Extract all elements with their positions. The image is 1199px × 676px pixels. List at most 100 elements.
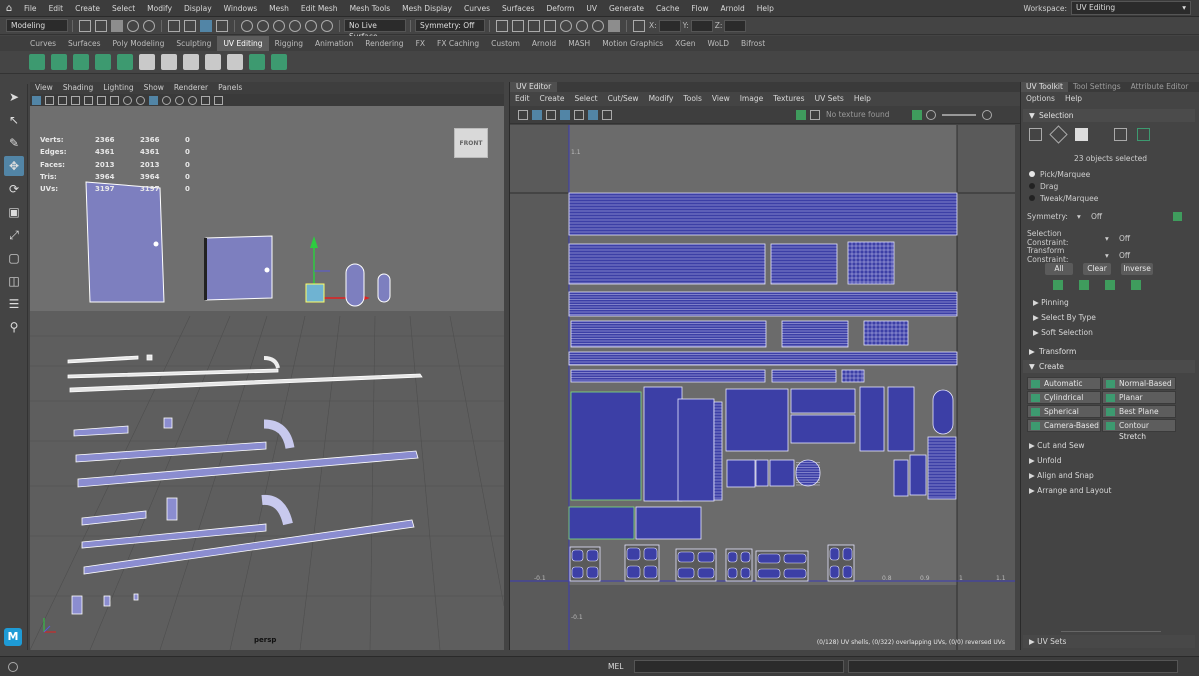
shelf-tab-surfaces[interactable]: Surfaces [62,36,106,51]
shelf-tab-fx[interactable]: FX [410,36,431,51]
menu-file[interactable]: File [18,0,43,17]
resolution-gate-icon[interactable] [110,95,119,105]
viewport-menu-view[interactable]: View [30,82,58,94]
tab-tool-settings[interactable]: Tool Settings [1068,82,1126,92]
shelf-tab-uv-editing[interactable]: UV Editing [217,36,269,51]
viewport-canvas[interactable]: Verts: 2366 2366 0 Edges: 4361 4361 0 Faces: 20… [30,106,504,650]
uv-shell[interactable] [568,291,958,317]
render-view-icon[interactable] [592,19,604,32]
rotate-tool-icon[interactable]: ⟳ [4,179,24,199]
menu-mesh-tools[interactable]: Mesh Tools [344,0,397,17]
shelf-tab-rendering[interactable]: Rendering [359,36,409,51]
menu-deform[interactable]: Deform [540,0,580,17]
uv-menu-image[interactable]: Image [735,92,769,105]
smooth-shade-icon[interactable] [136,95,145,105]
symmetry-value[interactable]: Off [1091,212,1171,221]
image-plane-icon[interactable] [71,95,80,105]
spherical-button[interactable]: Spherical [1027,405,1101,418]
menu-create[interactable]: Create [69,0,106,17]
drag-radio[interactable]: Drag [1029,182,1058,191]
uv-shell[interactable] [568,506,635,540]
uv-shell[interactable] [790,388,856,414]
shelf-tab-poly-modeling[interactable]: Poly Modeling [107,36,171,51]
shadows-icon[interactable] [188,95,197,105]
shelf-tab-bifrost[interactable]: Bifrost [735,36,771,51]
menu-edit[interactable]: Edit [43,0,70,17]
uv-shell[interactable] [643,386,683,502]
shelf-tab-xgen[interactable]: XGen [669,36,701,51]
best-plane-button[interactable]: Best Plane [1102,405,1176,418]
sew-uv-icon[interactable] [161,54,177,70]
wireframe-icon[interactable] [123,95,132,105]
cylindrical-button[interactable]: Cylindrical [1027,391,1101,404]
last-tool-icon[interactable]: ⤢ [4,225,24,245]
uv-shell[interactable] [909,454,927,496]
toolkit-menu-help[interactable]: Help [1060,92,1087,105]
soft-selection-section[interactable]: ▶ Soft Selection [1023,326,1195,339]
live-surface-field[interactable]: No Live Surface [344,19,406,41]
tab-uv-toolkit[interactable]: UV Toolkit [1021,82,1068,92]
edge-mode-icon[interactable] [1049,125,1068,144]
face-mode-icon[interactable] [1114,128,1127,141]
tab-attribute-editor[interactable]: Attribute Editor [1126,82,1194,92]
viewport-menu-renderer[interactable]: Renderer [169,82,213,94]
shrink-selection-icon[interactable] [1079,280,1089,290]
uv-shell[interactable] [859,386,885,452]
selection-section-header[interactable]: ▼ Selection [1023,109,1195,122]
move-sew-icon[interactable] [183,54,199,70]
shelf-tab-fx-caching[interactable]: FX Caching [431,36,485,51]
render-frame-icon[interactable] [512,19,524,32]
select-all-button[interactable]: All [1045,263,1073,275]
delete-uv-icon[interactable] [227,54,243,70]
transform-section-header[interactable]: ▶ Transform [1023,345,1195,358]
scale-tool-icon[interactable]: ▣ [4,202,24,222]
tweak-marquee-radio[interactable]: Tweak/Marquee [1029,194,1098,203]
snap-vertex-icon[interactable] [321,19,333,32]
x-field[interactable] [658,19,681,32]
ipr-render-icon[interactable] [528,19,540,32]
exposure-icon[interactable] [911,109,922,120]
uv-shell[interactable] [769,459,795,487]
arnold-render-icon[interactable] [576,19,588,32]
unfold-section[interactable]: ▶ Unfold [1023,454,1195,467]
uv-shell[interactable] [893,459,909,497]
z-field[interactable] [724,19,747,32]
vertex-mode-icon[interactable] [1029,128,1042,141]
viewport-menu-shading[interactable]: Shading [58,82,98,94]
help-icon[interactable] [8,661,18,672]
lasso-tool-icon[interactable]: ↖ [4,110,24,130]
shelf-tab-sculpting[interactable]: Sculpting [170,36,217,51]
component-mode-icon[interactable] [216,19,228,32]
menu-curves[interactable]: Curves [458,0,496,17]
perspective-viewport[interactable]: View Shading Lighting Show Renderer Pane… [30,82,504,650]
menu-modify[interactable]: Modify [141,0,178,17]
mode-dropdown[interactable]: Modeling [6,19,68,32]
menu-arnold[interactable]: Arnold [714,0,750,17]
snap-surface-icon[interactable] [305,19,317,32]
bookmark-icon[interactable] [58,95,67,105]
outliner-icon[interactable]: ☰ [4,294,24,314]
gamma-icon[interactable] [925,109,936,120]
workspace-dropdown[interactable]: UV Editing [1071,1,1191,15]
uv-shell[interactable] [790,414,856,444]
uv-shell[interactable] [570,391,642,501]
uv-menu-textures[interactable]: Textures [768,92,809,105]
shelf-tab-rigging[interactable]: Rigging [269,36,309,51]
shelf-tab-animation[interactable]: Animation [309,36,359,51]
uv-shell[interactable] [847,241,895,285]
mel-command-input[interactable] [634,660,844,673]
snap-curve-icon[interactable] [257,19,269,32]
isolate-select-icon[interactable] [214,95,223,105]
cut-uv-icon[interactable] [139,54,155,70]
viewport-menu-show[interactable]: Show [139,82,169,94]
save-scene-icon[interactable] [111,19,123,32]
uv-mode-icon[interactable] [1137,128,1150,141]
y-field[interactable] [690,19,713,32]
unfold-icon[interactable] [117,54,133,70]
camera-select-icon[interactable] [32,95,41,105]
uv-shell[interactable] [635,506,702,540]
pick-marquee-radio[interactable]: Pick/Marquee [1029,170,1090,179]
symmetry-dropdown[interactable]: Symmetry: Off [415,19,485,32]
uv-distortion-icon[interactable] [546,109,556,120]
transform-constraint-value[interactable]: Off [1119,251,1130,260]
